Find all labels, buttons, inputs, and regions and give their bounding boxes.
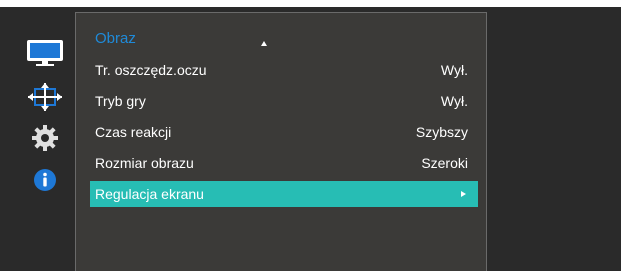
picture-icon[interactable]: [25, 38, 65, 68]
menu-item-screen-adjustment[interactable]: Regulacja ekranu: [90, 181, 478, 207]
chevron-right-icon: [461, 191, 466, 197]
menu-item-label: Czas reakcji: [95, 124, 172, 140]
menu-item-value: Szybszy: [415, 124, 468, 140]
menu-item-picture-size[interactable]: Rozmiar obrazu Szeroki: [90, 150, 478, 176]
menu-item-label: Tr. oszczędz.oczu: [95, 62, 207, 78]
osd-icon-rail: [17, 7, 71, 271]
menu-item-value: Wył.: [440, 93, 468, 109]
position-arrows-icon[interactable]: [25, 83, 65, 113]
menu-item-value: Szeroki: [421, 155, 468, 171]
info-icon[interactable]: [25, 165, 65, 195]
menu-item-value: Wył.: [440, 62, 468, 78]
menu-item-eye-saver[interactable]: Tr. oszczędz.oczu Wył.: [90, 57, 478, 83]
menu-item-label: Regulacja ekranu: [95, 186, 204, 202]
scroll-up-arrow-icon[interactable]: [261, 41, 267, 46]
menu-item-label: Rozmiar obrazu: [95, 155, 194, 171]
menu-title: Obraz: [95, 30, 136, 47]
gear-icon[interactable]: [25, 123, 65, 153]
menu-item-response-time[interactable]: Czas reakcji Szybszy: [90, 119, 478, 145]
monitor-osd-screen: Obraz Tr. oszczędz.oczu Wył. Tryb gry Wy…: [0, 7, 621, 271]
menu-item-game-mode[interactable]: Tryb gry Wył.: [90, 88, 478, 114]
osd-menu-panel: Obraz Tr. oszczędz.oczu Wył. Tryb gry Wy…: [75, 12, 487, 271]
menu-item-label: Tryb gry: [95, 93, 146, 109]
